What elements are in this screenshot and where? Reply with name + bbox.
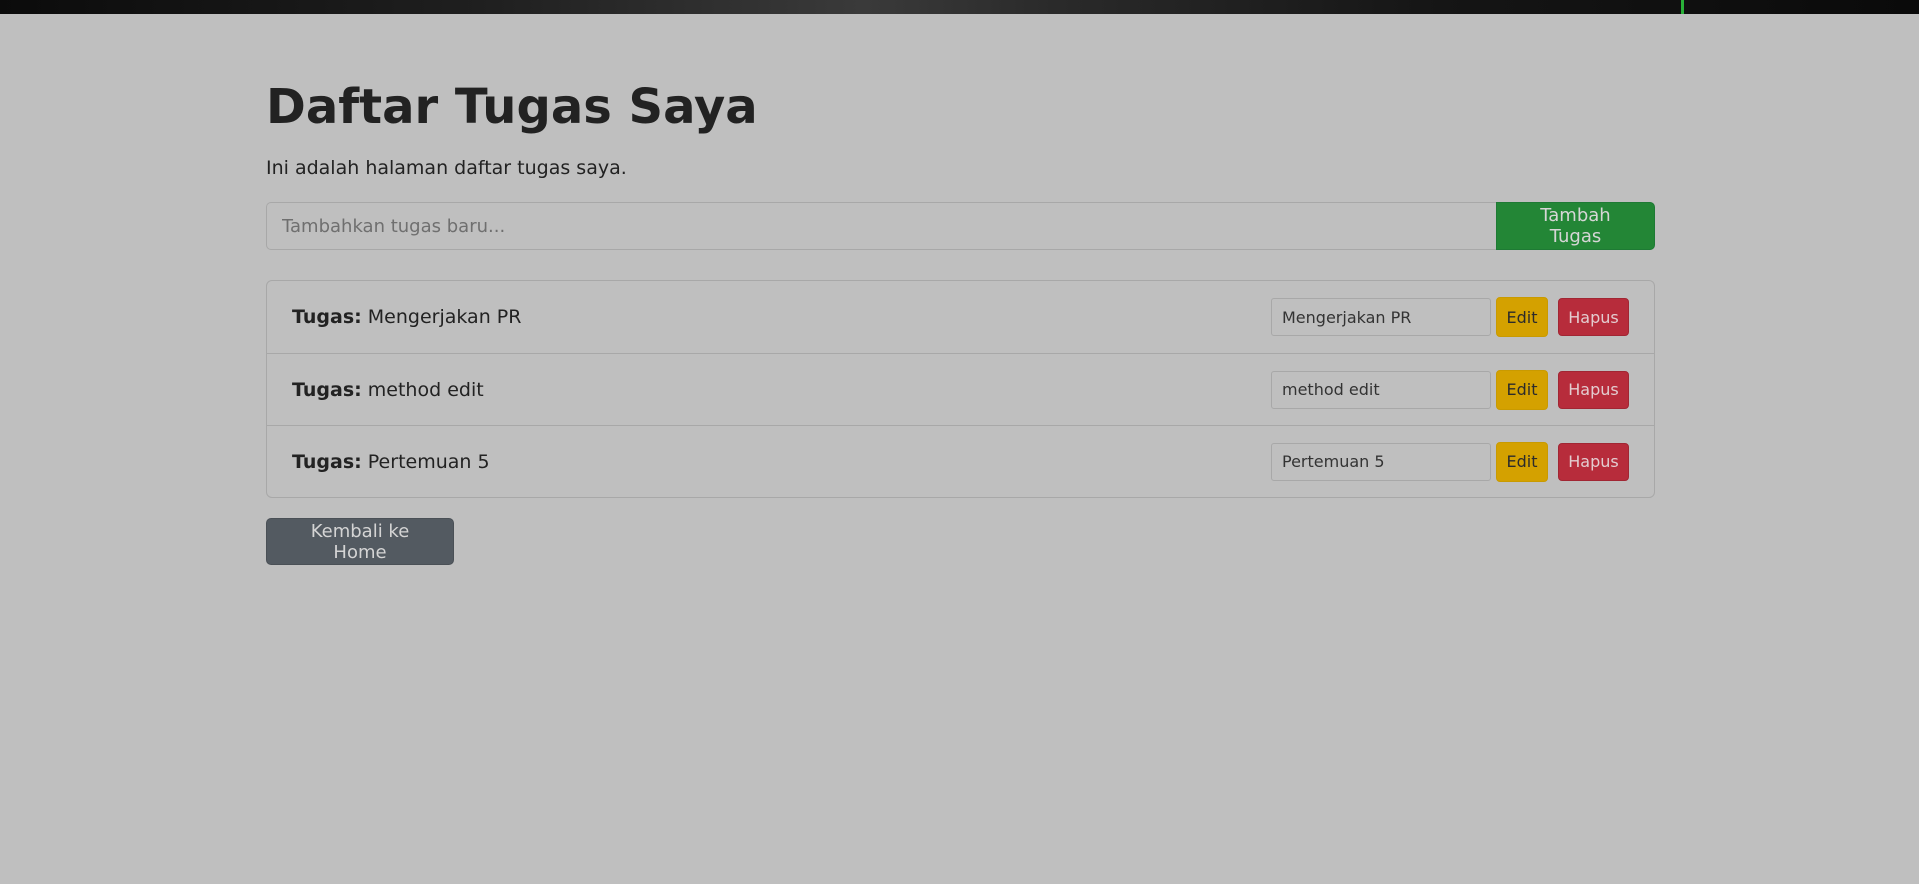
task-prefix-label: Tugas: xyxy=(292,306,362,328)
top-background-strip xyxy=(0,0,1919,14)
task-text: Tugas: Pertemuan 5 xyxy=(292,451,1271,473)
green-accent-line xyxy=(1681,0,1684,14)
delete-button[interactable]: Hapus xyxy=(1558,370,1629,409)
task-actions: Edit Hapus xyxy=(1271,297,1629,337)
page-description: Ini adalah halaman daftar tugas saya. xyxy=(266,157,627,179)
task-actions: Edit Hapus xyxy=(1271,369,1629,410)
task-edit-input[interactable] xyxy=(1271,442,1491,481)
edit-button[interactable]: Edit xyxy=(1496,441,1548,482)
task-item: Tugas: method edit Edit Hapus xyxy=(267,353,1654,425)
delete-button[interactable]: Hapus xyxy=(1558,442,1629,481)
task-text: Tugas: method edit xyxy=(292,379,1271,401)
task-prefix-label: Tugas: xyxy=(292,378,362,401)
new-task-input[interactable] xyxy=(266,202,1496,250)
task-name: Mengerjakan PR xyxy=(367,306,522,328)
edit-button[interactable]: Edit xyxy=(1496,369,1548,410)
delete-button[interactable]: Hapus xyxy=(1558,298,1629,336)
task-prefix-label: Tugas: xyxy=(292,450,362,473)
page-title: Daftar Tugas Saya xyxy=(266,79,758,135)
task-list: Tugas: Mengerjakan PR Edit Hapus Tugas: … xyxy=(266,280,1655,498)
back-to-home-button[interactable]: Kembali ke Home xyxy=(266,518,454,565)
task-item: Tugas: Mengerjakan PR Edit Hapus xyxy=(267,281,1654,353)
task-name: Pertemuan 5 xyxy=(367,450,490,473)
task-item: Tugas: Pertemuan 5 Edit Hapus xyxy=(267,425,1654,497)
edit-button[interactable]: Edit xyxy=(1496,297,1548,337)
add-task-form: Tambah Tugas xyxy=(266,202,1655,250)
task-edit-input[interactable] xyxy=(1271,298,1491,336)
task-name: method edit xyxy=(367,378,484,401)
main-container: Daftar Tugas Saya Ini adalah halaman daf… xyxy=(266,70,1655,565)
task-actions: Edit Hapus xyxy=(1271,441,1629,482)
task-text: Tugas: Mengerjakan PR xyxy=(292,306,1271,328)
task-edit-input[interactable] xyxy=(1271,370,1491,409)
add-task-button[interactable]: Tambah Tugas xyxy=(1496,202,1655,250)
